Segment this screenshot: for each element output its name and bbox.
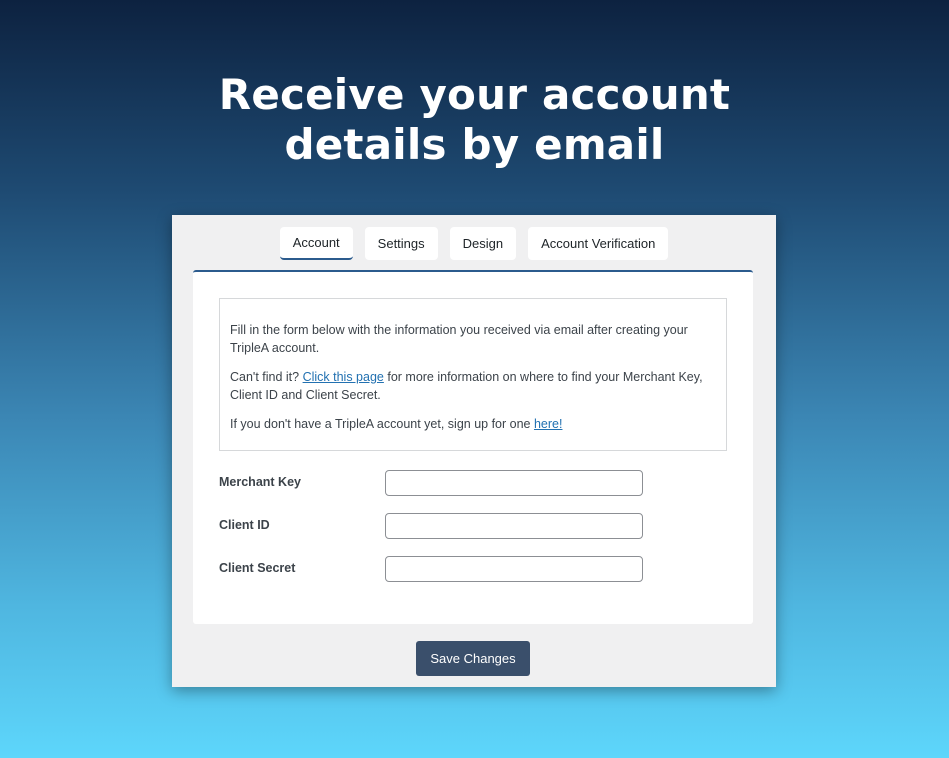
client-id-label: Client ID [219, 518, 270, 532]
click-this-page-link[interactable]: Click this page [303, 370, 384, 384]
tab-design[interactable]: Design [449, 227, 517, 260]
tab-account[interactable]: Account [279, 227, 353, 260]
account-card: Fill in the form below with the informat… [193, 270, 753, 624]
client-secret-label: Client Secret [219, 561, 296, 575]
headline-line-2: details by email [284, 120, 665, 169]
headline: Receive your account details by email [0, 70, 949, 170]
merchant-key-row: Merchant Key [219, 470, 649, 496]
client-secret-input[interactable] [385, 556, 643, 582]
notice-paragraph-3: If you don't have a TripleA account yet,… [230, 415, 716, 433]
signup-here-link[interactable]: here! [534, 417, 563, 431]
tab-bar: Account Settings Design Account Verifica… [172, 227, 776, 260]
client-id-input[interactable] [385, 513, 643, 539]
tab-settings[interactable]: Settings [364, 227, 438, 260]
merchant-key-label: Merchant Key [219, 475, 301, 489]
save-changes-button[interactable]: Save Changes [416, 641, 530, 676]
client-id-row: Client ID [219, 513, 649, 539]
notice-paragraph-2: Can't find it? Click this page for more … [230, 368, 716, 404]
notice-text: Can't find it? [230, 370, 303, 384]
client-secret-row: Client Secret [219, 556, 649, 582]
merchant-key-input[interactable] [385, 470, 643, 496]
settings-panel: Account Settings Design Account Verifica… [172, 215, 776, 687]
tab-account-verification[interactable]: Account Verification [528, 227, 669, 260]
notice-text: If you don't have a TripleA account yet,… [230, 417, 534, 431]
info-notice: Fill in the form below with the informat… [219, 298, 727, 451]
notice-paragraph-1: Fill in the form below with the informat… [230, 323, 688, 355]
headline-line-1: Receive your account [218, 70, 731, 119]
